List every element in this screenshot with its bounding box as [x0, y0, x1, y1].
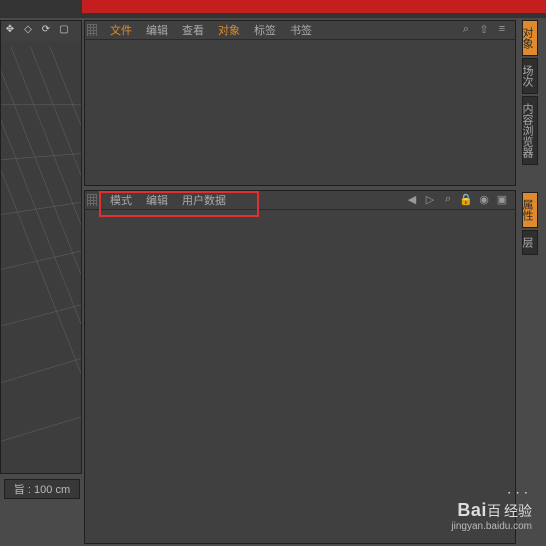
viewport-panel: ✥ ◇ ⟳ ▢	[0, 20, 82, 474]
lock-icon[interactable]: 🔒	[459, 193, 473, 207]
side-tabs-bot: 属性 层	[522, 192, 546, 257]
window-titlebar	[0, 0, 546, 13]
tab-attributes[interactable]: 属性	[522, 192, 538, 228]
menu-file[interactable]: 文件	[103, 22, 139, 38]
paw-icon: ⠂⠂⠂	[507, 489, 532, 500]
tab-content[interactable]: 内容浏览器	[522, 96, 538, 165]
max-icon[interactable]: ▣	[495, 193, 509, 207]
object-manager-panel: 文件 编辑 查看 对象 标签 书签 ⌕ ⇧ ≡	[84, 20, 516, 186]
brand-cn: 百	[487, 503, 501, 519]
left-column: ✥ ◇ ⟳ ▢	[0, 18, 82, 546]
ruler-text: 旨 : 100 cm	[14, 481, 70, 497]
attribute-menubar: 模式 编辑 用户数据 ◀ ▷ ⌕ 🔒 ◉ ▣	[85, 191, 515, 210]
object-manager-menubar: 文件 编辑 查看 对象 标签 书签 ⌕ ⇧ ≡	[85, 21, 515, 40]
home-icon[interactable]: ⇧	[477, 23, 491, 37]
tab-takes[interactable]: 场次	[522, 58, 538, 94]
tab-object[interactable]: 对象	[522, 20, 538, 56]
menu-userdata[interactable]: 用户数据	[175, 192, 233, 208]
watermark: ⠂⠂⠂ Bai百 经验 jingyan.baidu.com	[451, 488, 532, 532]
rotate-icon[interactable]: ⟳	[39, 24, 53, 38]
menu-edit[interactable]: 编辑	[139, 22, 175, 38]
scale-icon[interactable]: ◇	[21, 24, 35, 38]
grip-icon[interactable]	[87, 24, 97, 36]
menu-edit2[interactable]: 编辑	[139, 192, 175, 208]
ruler-display: 旨 : 100 cm	[4, 479, 80, 499]
grip-icon[interactable]	[87, 194, 97, 206]
side-tabs-top: 对象 场次 内容浏览器	[522, 20, 546, 167]
brand-text: Bai	[457, 500, 487, 520]
move-icon[interactable]: ✥	[3, 24, 17, 38]
menu-icon[interactable]: ≡	[495, 23, 509, 37]
search-icon[interactable]: ⌕	[441, 193, 455, 207]
menu-object[interactable]: 对象	[211, 22, 247, 38]
menu-view[interactable]: 查看	[175, 22, 211, 38]
tab-layers[interactable]: 层	[522, 230, 538, 255]
brand-suffix: 经验	[504, 503, 532, 519]
prev-icon[interactable]: ◀	[405, 193, 419, 207]
watermark-url: jingyan.baidu.com	[451, 521, 532, 532]
menu-bookmark[interactable]: 书签	[283, 22, 319, 38]
search-icon[interactable]: ⌕	[459, 23, 473, 37]
viewport-toolbar: ✥ ◇ ⟳ ▢	[1, 21, 81, 41]
menu-mode[interactable]: 模式	[103, 192, 139, 208]
target-icon[interactable]: ◉	[477, 193, 491, 207]
menu-tags[interactable]: 标签	[247, 22, 283, 38]
viewport-grid[interactable]	[1, 41, 81, 473]
up-icon[interactable]: ▷	[423, 193, 437, 207]
frame-icon[interactable]: ▢	[57, 24, 71, 38]
